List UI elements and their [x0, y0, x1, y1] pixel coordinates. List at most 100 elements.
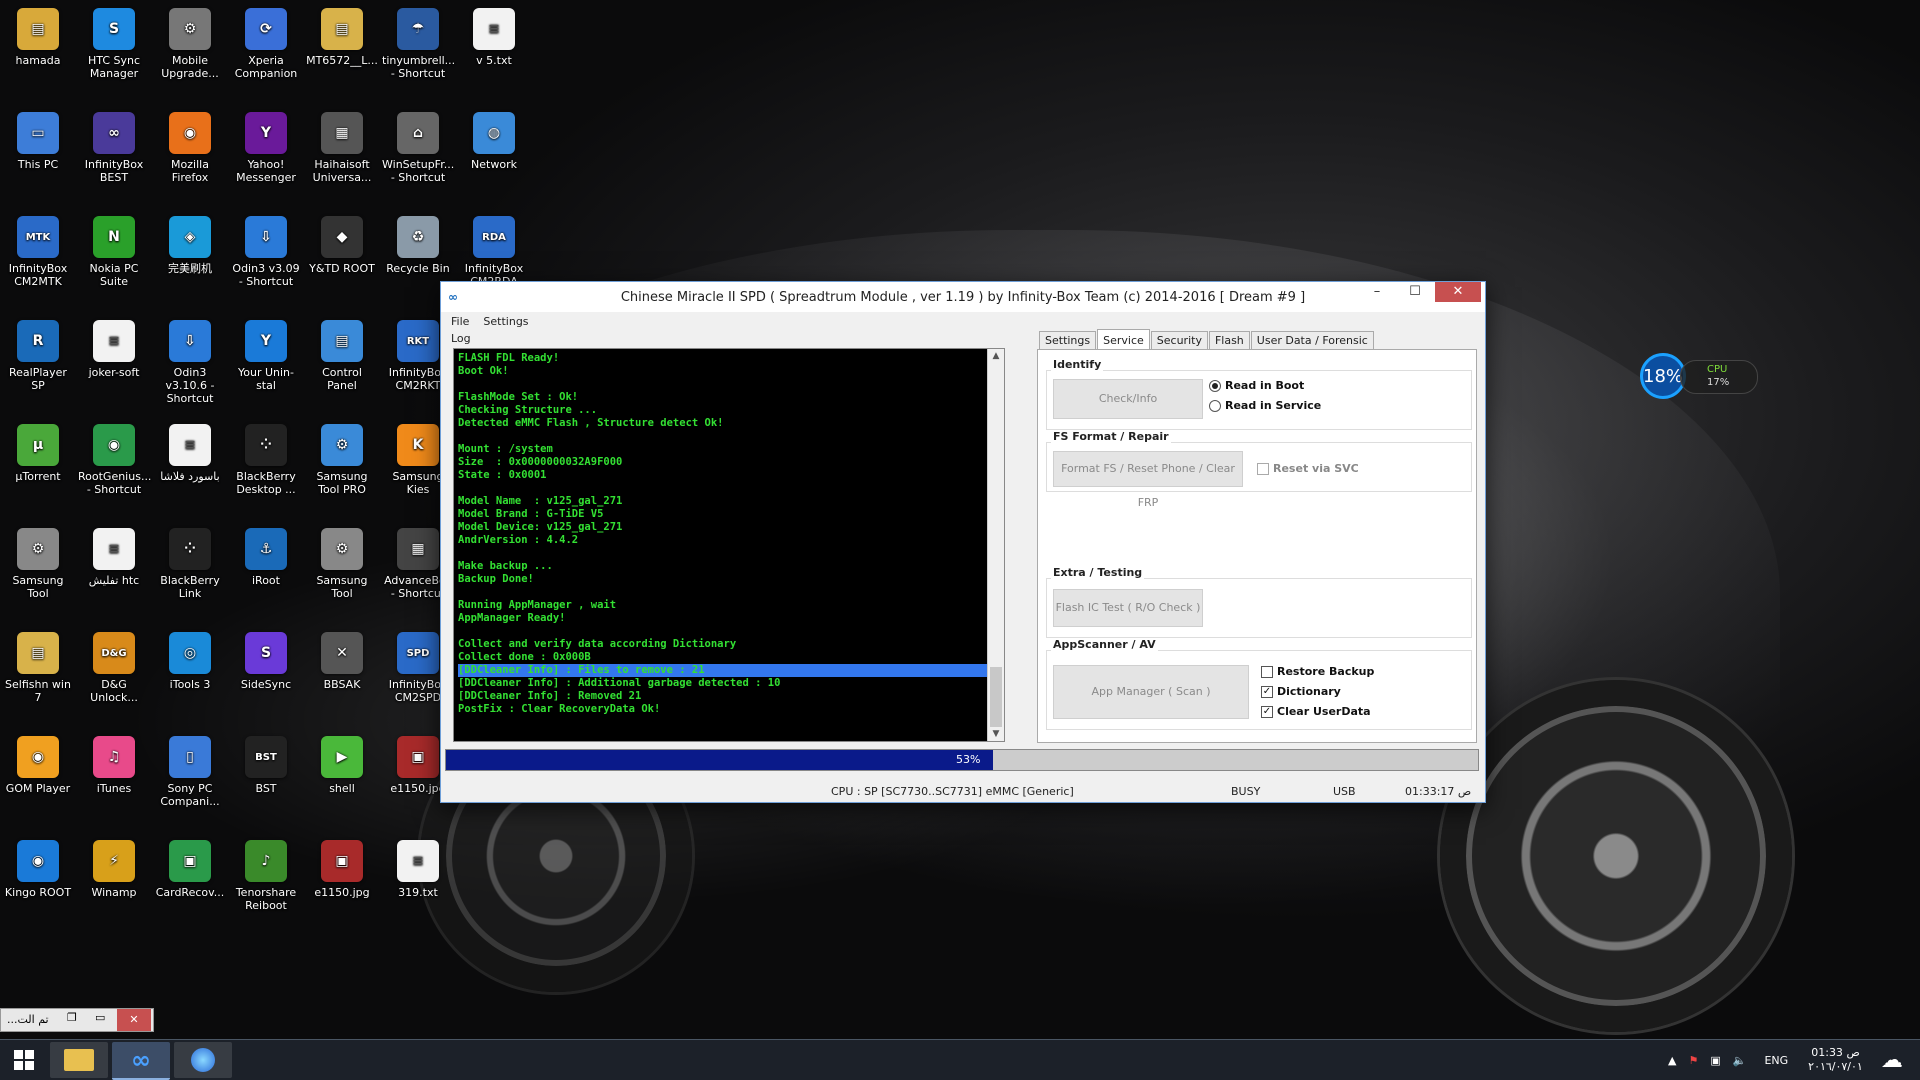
desktop-icon[interactable]: ◉ Mozilla Firefox	[154, 112, 226, 184]
dictionary-checkbox[interactable]: ✓ Dictionary	[1261, 685, 1341, 698]
language-indicator[interactable]: ENG	[1764, 1054, 1788, 1067]
taskbar-app-3[interactable]	[174, 1042, 232, 1078]
desktop-icon[interactable]: ⚡ Winamp	[78, 840, 150, 899]
progress-percent: 53%	[956, 753, 981, 766]
tab-service[interactable]: Service	[1097, 329, 1150, 349]
format-fs-button[interactable]: Format FS / Reset Phone / Clear FRP	[1053, 451, 1243, 509]
desktop-icon[interactable]: ♫ iTunes	[78, 736, 150, 795]
cpu-gadget[interactable]: 18% CPU 17%	[1640, 353, 1758, 399]
volume-icon[interactable]: 🔈	[1733, 1054, 1747, 1067]
menu-settings[interactable]: Settings	[483, 315, 528, 328]
desktop-icon[interactable]: ◍ Network	[458, 112, 530, 171]
close-icon[interactable]: ✕	[117, 1009, 151, 1031]
tab-flash[interactable]: Flash	[1208, 331, 1250, 349]
minimized-window-bar[interactable]: ...تم الت ❐ ▭ ✕	[0, 1008, 154, 1032]
taskbar-cm2-spd[interactable]: ∞	[112, 1042, 170, 1080]
restore-icon[interactable]: ❐	[67, 1011, 77, 1024]
desktop-icon[interactable]: ◈ 完美刷机	[154, 216, 226, 275]
tab-security[interactable]: Security	[1150, 331, 1208, 349]
desktop-icon[interactable]: ⚙ Mobile Upgrade...	[154, 8, 226, 80]
desktop-icon[interactable]: D&G D&G Unlock...	[78, 632, 150, 704]
desktop-icon[interactable]: ▯ Sony PC Compani...	[154, 736, 226, 808]
desktop-icon[interactable]: ◆ Y&TD ROOT	[306, 216, 378, 275]
desktop-icon[interactable]: Y Your Unin-stal	[230, 320, 302, 392]
desktop-icon[interactable]: ≡ تفليش htc	[78, 528, 150, 587]
desktop-icon[interactable]: ▤ MT6572__L...	[306, 8, 378, 67]
desktop-icon[interactable]: RDAInfinityBox CM2RDA	[458, 216, 530, 288]
desktop-icon[interactable]: ▶ shell	[306, 736, 378, 795]
show-hidden-icons-icon[interactable]: ▲	[1668, 1054, 1676, 1067]
desktop-icon[interactable]: ▣ CardRecov...	[154, 840, 226, 899]
status-cpu: CPU : SP [SC7730..SC7731] eMMC [Generic]	[831, 785, 1074, 798]
close-button[interactable]: ✕	[1435, 282, 1481, 302]
desktop-icon[interactable]: ▦ Haihaisoft Universa...	[306, 112, 378, 184]
desktop-icon[interactable]: ⚓ iRoot	[230, 528, 302, 587]
start-button[interactable]	[0, 1042, 48, 1078]
desktop-icon[interactable]: ✕ BBSAK	[306, 632, 378, 691]
desktop-icon[interactable]: ◎ iTools 3	[154, 632, 226, 691]
cpu-pill: CPU 17%	[1680, 360, 1758, 394]
desktop-icon[interactable]: ⁘ BlackBerry Desktop ...	[230, 424, 302, 496]
check-info-button[interactable]: Check/Info	[1053, 379, 1203, 419]
scroll-up-icon[interactable]: ▲	[988, 351, 1004, 361]
desktop-icon[interactable]: ≡ باسورد فلاشا	[154, 424, 226, 483]
network-icon[interactable]: ▣	[1710, 1054, 1720, 1067]
desktop-icon-label: Mozilla Firefox	[171, 158, 209, 184]
desktop-icon[interactable]: ▤ hamada	[2, 8, 74, 67]
desktop-icon[interactable]: N Nokia PC Suite	[78, 216, 150, 288]
desktop-icon[interactable]: ☂ tinyumbrell... - Shortcut	[382, 8, 455, 80]
desktop-icon[interactable]: ⚙ Samsung Tool PRO	[306, 424, 378, 496]
taskbar-file-explorer[interactable]	[50, 1042, 108, 1078]
cm2-spd-window[interactable]: ∞ Chinese Miracle II SPD ( Spreadtrum Mo…	[440, 281, 1486, 803]
log-panel[interactable]: FLASH FDL Ready! Boot Ok! FlashMode Set :…	[453, 348, 1005, 742]
desktop-icon[interactable]: ▣ e1150.jpg	[306, 840, 378, 899]
desktop-icon[interactable]: ▤ Control Panel	[306, 320, 378, 392]
desktop-icon[interactable]: ⁘ BlackBerry Link	[154, 528, 226, 600]
desktop-icon[interactable]: ⚙ Samsung Tool	[306, 528, 378, 600]
scroll-down-icon[interactable]: ▼	[988, 729, 1004, 739]
desktop-icon[interactable]: ⚙ Samsung Tool	[2, 528, 74, 600]
checkbox-unchecked-icon	[1257, 462, 1269, 475]
clock[interactable]: 01:33 ص ٢٠١٦/٠٧/٠١	[1808, 1046, 1863, 1074]
desktop-icon[interactable]: ♪ Tenorshare Reiboot	[230, 840, 302, 912]
desktop-icon[interactable]: ◉ RootGenius... - Shortcut	[78, 424, 151, 496]
minimize-button[interactable]: –	[1359, 282, 1395, 302]
reset-via-svc-checkbox[interactable]: Reset via SVC	[1257, 462, 1359, 475]
desktop-icon[interactable]: S SideSync	[230, 632, 302, 691]
minimize-icon[interactable]: ▭	[95, 1011, 105, 1024]
desktop-icon[interactable]: ≡ v 5.txt	[458, 8, 530, 67]
weather-cloud-icon[interactable]: ☁	[1881, 1048, 1903, 1073]
desktop-icon[interactable]: ▤ Selfishn win 7	[2, 632, 74, 704]
app-manager-scan-button[interactable]: App Manager ( Scan )	[1053, 665, 1249, 719]
desktop-icon[interactable]: ⇩ Odin3 v3.09 - Shortcut	[230, 216, 302, 288]
desktop-icon[interactable]: S HTC Sync Manager	[78, 8, 150, 80]
restore-backup-checkbox[interactable]: Restore Backup	[1261, 665, 1374, 678]
title-bar[interactable]: ∞ Chinese Miracle II SPD ( Spreadtrum Mo…	[441, 282, 1485, 312]
desktop-icon[interactable]: MTK InfinityBox CM2MTK	[2, 216, 74, 288]
log-scrollbar[interactable]: ▲ ▼	[987, 349, 1004, 741]
tab-user-data-forensic[interactable]: User Data / Forensic	[1250, 331, 1374, 349]
action-center-flag-icon[interactable]: ⚑	[1688, 1054, 1698, 1067]
desktop-icon[interactable]: ∞ InfinityBox BEST	[78, 112, 150, 184]
flash-ic-test-button[interactable]: Flash IC Test ( R/O Check )	[1053, 589, 1203, 627]
desktop-icon[interactable]: ⇩ Odin3 v3.10.6 - Shortcut	[154, 320, 226, 405]
desktop-icon[interactable]: ≡ joker-soft	[78, 320, 150, 379]
desktop-icon[interactable]: ≡ 319.txt	[382, 840, 454, 899]
desktop-icon[interactable]: BST BST	[230, 736, 302, 795]
menu-file[interactable]: File	[451, 315, 469, 328]
scroll-thumb[interactable]	[990, 667, 1002, 727]
maximize-button[interactable]: ☐	[1397, 282, 1433, 302]
desktop-icon[interactable]: ⟳ Xperia Companion	[230, 8, 302, 80]
desktop-icon[interactable]: ♻ Recycle Bin	[382, 216, 454, 275]
desktop-icon[interactable]: ▭ This PC	[2, 112, 74, 171]
tab-settings[interactable]: Settings	[1039, 331, 1097, 349]
desktop-icon[interactable]: ◉ Kingo ROOT	[2, 840, 74, 899]
desktop-icon[interactable]: Y Yahoo! Messenger	[230, 112, 302, 184]
desktop-icon[interactable]: R RealPlayer SP	[2, 320, 74, 392]
desktop-icon[interactable]: µ µTorrent	[2, 424, 74, 483]
desktop-icon[interactable]: ⌂ WinSetupFr... - Shortcut	[382, 112, 454, 184]
desktop-icon[interactable]: ◉ GOM Player	[2, 736, 74, 795]
read-in-boot-radio[interactable]: Read in Boot	[1209, 379, 1304, 392]
clear-userdata-checkbox[interactable]: ✓ Clear UserData	[1261, 705, 1371, 718]
read-in-service-radio[interactable]: Read in Service	[1209, 399, 1321, 412]
